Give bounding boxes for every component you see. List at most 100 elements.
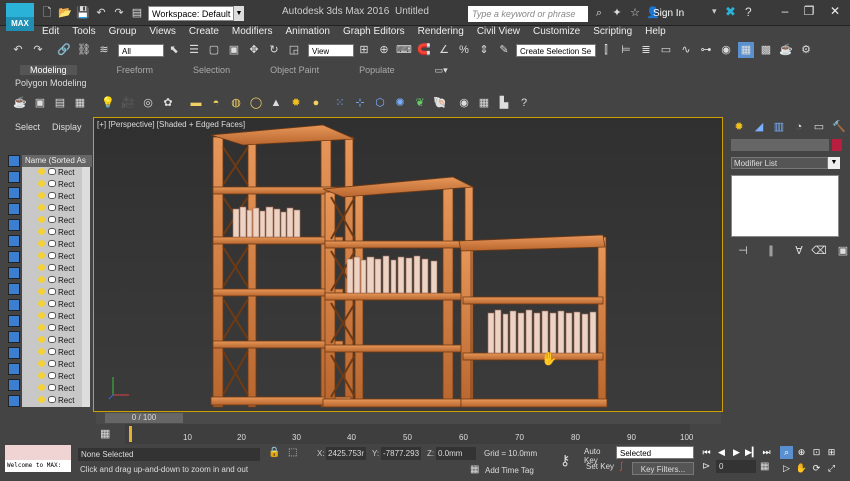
visibility-icon[interactable] <box>48 300 56 307</box>
visibility-icon[interactable] <box>48 180 56 187</box>
communication-icon[interactable]: ☆ <box>628 6 642 20</box>
compact-material-icon[interactable]: ▣ <box>32 95 48 111</box>
visibility-icon[interactable] <box>48 324 56 331</box>
display-tab-icon[interactable]: ▭ <box>811 119 827 135</box>
light-bulb-icon[interactable] <box>38 180 45 187</box>
list-item[interactable]: Rect <box>22 191 88 203</box>
light-bulb-icon[interactable] <box>38 228 45 235</box>
app-menu-button[interactable]: MAX <box>6 3 34 31</box>
light-bulb-icon[interactable] <box>38 168 45 175</box>
time-config-icon[interactable]: ▦ <box>760 461 769 472</box>
explorer-filter-icon[interactable] <box>8 235 20 247</box>
layer-manager-icon[interactable]: ≣ <box>638 42 654 58</box>
chevron-down-icon[interactable]: ▾ <box>712 6 717 17</box>
absolute-mode-icon[interactable]: ⬚ <box>288 447 297 458</box>
align-icon[interactable]: ⊨ <box>618 42 634 58</box>
sphere-primitive-icon[interactable]: ◓ <box>208 95 224 111</box>
key-icon[interactable]: ⚷ <box>560 452 570 469</box>
key-filters-button[interactable]: Key Filters... <box>632 462 694 475</box>
mini-curve-editor-icon[interactable]: ▦ <box>100 427 116 441</box>
light-bulb-icon[interactable] <box>38 240 45 247</box>
modify-tab-icon[interactable]: ◢ <box>751 119 767 135</box>
rect-selection-icon[interactable]: ▢ <box>206 42 222 58</box>
next-frame-icon[interactable]: ▶▎ <box>745 446 759 459</box>
set-key-button[interactable]: Set Key <box>586 462 614 475</box>
unlink-icon[interactable]: ⛓ <box>76 42 92 58</box>
visibility-icon[interactable] <box>48 396 56 403</box>
zoom-extents-all-icon[interactable]: ⊞ <box>825 446 838 459</box>
explorer-filter-icon[interactable] <box>8 331 20 343</box>
curve-editor-icon[interactable]: ∿ <box>678 42 694 58</box>
track-bar[interactable]: 10 20 30 40 50 60 70 80 90 100 <box>125 424 693 444</box>
snaps-toggle-icon[interactable]: 🧲 <box>416 42 432 58</box>
explorer-filter-icon[interactable] <box>8 363 20 375</box>
box-primitive-icon[interactable]: ▬ <box>188 95 204 111</box>
visibility-icon[interactable] <box>48 264 56 271</box>
undo-icon[interactable]: ↶ <box>10 42 26 58</box>
explorer-filter-icon[interactable] <box>8 251 20 263</box>
chevron-down-icon[interactable]: ▼ <box>828 157 840 169</box>
spacewarp-icon[interactable]: ✿ <box>160 95 176 111</box>
scale-icon[interactable]: ◲ <box>286 42 302 58</box>
open-file-icon[interactable]: 📂 <box>58 6 72 20</box>
ribbon-toggle-icon[interactable]: ▭ <box>658 42 674 58</box>
visibility-icon[interactable] <box>48 360 56 367</box>
configure-modifier-sets-icon[interactable]: ▣ <box>835 243 850 259</box>
search-input[interactable]: Type a keyword or phrase <box>468 6 588 22</box>
selection-filter-select[interactable]: All <box>118 43 164 57</box>
list-item[interactable]: Rect <box>22 359 88 371</box>
subscription-icon[interactable]: ✦ <box>610 6 624 20</box>
list-item[interactable]: Rect <box>22 323 88 335</box>
menu-edit[interactable]: Edit <box>42 26 59 37</box>
menu-group[interactable]: Group <box>109 26 137 37</box>
reference-coord-select[interactable]: View <box>308 43 354 57</box>
percent-snap-icon[interactable]: % <box>456 42 472 58</box>
explorer-filter-icon[interactable] <box>8 267 20 279</box>
visibility-icon[interactable] <box>48 348 56 355</box>
modifier-stack[interactable] <box>731 175 839 237</box>
maximize-button[interactable]: ❐ <box>796 2 822 20</box>
light-bulb-icon[interactable] <box>38 396 45 403</box>
sign-in-link[interactable]: Sign In <box>653 8 684 19</box>
list-item[interactable]: Rect <box>22 239 88 251</box>
utilities-tab-icon[interactable]: 🔨 <box>831 119 847 135</box>
list-item[interactable]: Rect <box>22 203 88 215</box>
key-mode-toggle-icon[interactable]: ⊳ <box>702 461 710 472</box>
explorer-filter-icon[interactable] <box>8 171 20 183</box>
list-item[interactable]: Rect <box>22 263 88 275</box>
undo-icon[interactable]: ↶ <box>94 6 108 20</box>
light-bulb-icon[interactable] <box>38 360 45 367</box>
current-frame-field[interactable]: 0 <box>716 460 756 473</box>
angle-snap-icon[interactable]: ∠ <box>436 42 452 58</box>
visibility-icon[interactable] <box>48 384 56 391</box>
project-folder-icon[interactable]: ▤ <box>130 6 144 20</box>
tab-select[interactable]: Select <box>15 122 40 132</box>
visibility-icon[interactable] <box>48 336 56 343</box>
teapot-icon[interactable]: ☕ <box>12 95 28 111</box>
helper-icon[interactable]: ◎ <box>140 95 156 111</box>
list-item[interactable]: Rect <box>22 179 88 191</box>
zoom-extents-icon[interactable]: ⊡ <box>810 446 823 459</box>
link-icon[interactable]: 🔗 <box>56 42 72 58</box>
move-icon[interactable]: ✥ <box>246 42 262 58</box>
window-crossing-icon[interactable]: ▣ <box>226 42 242 58</box>
keyboard-shortcut-icon[interactable]: ⌨ <box>396 42 412 58</box>
viewport-config-icon[interactable]: ▙ <box>496 95 512 111</box>
key-tangent-icon[interactable]: ∫ <box>620 461 623 472</box>
pivot-center-icon[interactable]: ⊞ <box>356 42 372 58</box>
workspace-select[interactable]: Workspace: Default <box>148 6 234 21</box>
edit-named-sel-icon[interactable]: ✎ <box>496 42 512 58</box>
light-bulb-icon[interactable] <box>38 336 45 343</box>
zoom-all-icon[interactable]: ⊕ <box>795 446 808 459</box>
tab-populate[interactable]: Populate <box>359 65 395 75</box>
list-item[interactable]: Rect <box>22 395 88 407</box>
light-bulb-icon[interactable] <box>38 288 45 295</box>
camera-icon[interactable]: 🎥 <box>120 95 136 111</box>
pin-stack-icon[interactable]: ⊣ <box>735 243 751 259</box>
light-bulb-icon[interactable] <box>38 204 45 211</box>
list-item[interactable]: Rect <box>22 251 88 263</box>
geosphere-icon[interactable]: ● <box>308 95 324 111</box>
visibility-icon[interactable] <box>48 216 56 223</box>
light-bulb-icon[interactable] <box>38 216 45 223</box>
help-icon[interactable]: ? <box>516 95 532 111</box>
